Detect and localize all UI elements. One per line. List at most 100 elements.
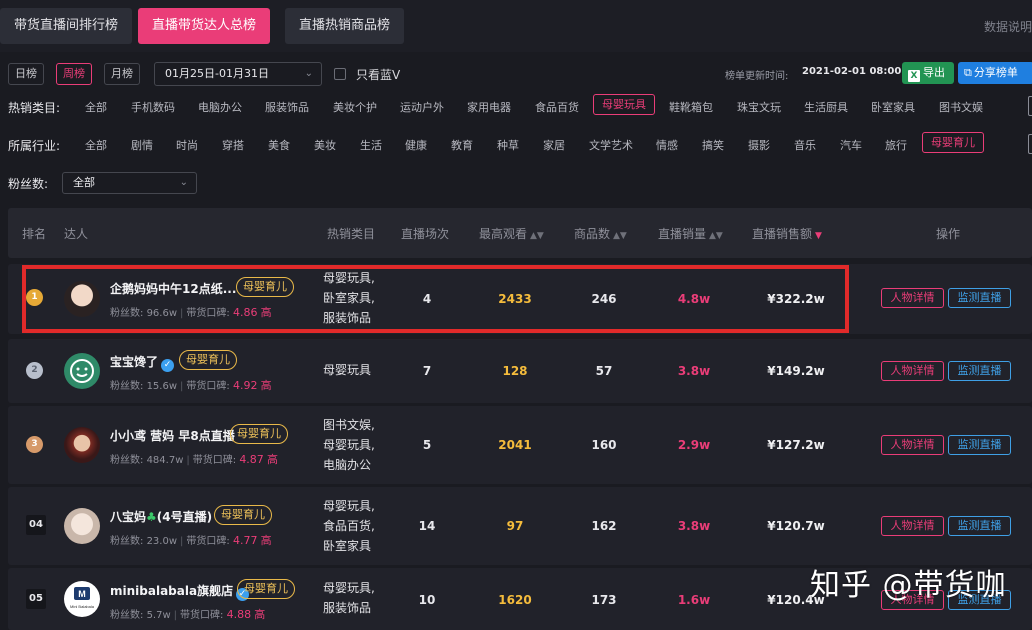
industry-badge: 母婴育儿 xyxy=(237,579,295,599)
detail-button[interactable]: 人物详情 xyxy=(881,361,944,381)
industry-item[interactable]: 剧情 xyxy=(131,137,153,153)
fans-filter-value: 全部 xyxy=(73,176,95,189)
industry-item[interactable]: 全部 xyxy=(85,137,107,153)
category-item[interactable]: 卧室家具 xyxy=(871,99,915,115)
industry-item[interactable]: 搞笑 xyxy=(702,137,724,153)
period-day[interactable]: 日榜 xyxy=(8,63,44,85)
industry-item[interactable]: 时尚 xyxy=(176,137,198,153)
category-item[interactable]: 运动户外 xyxy=(400,99,444,115)
data-explain-link[interactable]: 数据说明 xyxy=(984,18,1032,35)
industry-item[interactable]: 种草 xyxy=(497,137,519,153)
industry-item[interactable]: 文学艺术 xyxy=(589,137,633,153)
fans-value: 15.6w xyxy=(146,381,178,392)
industry-item[interactable]: 美妆 xyxy=(314,137,336,153)
sort-icon: ▲▼ xyxy=(709,231,723,241)
industry-item[interactable]: 教育 xyxy=(451,137,473,153)
monitor-button[interactable]: 监测直播 xyxy=(948,516,1011,536)
industry-item[interactable]: 穿搭 xyxy=(222,137,244,153)
tab-hot-goods-rank[interactable]: 直播热销商品榜 xyxy=(285,8,405,44)
avatar xyxy=(64,508,100,544)
category-item[interactable]: 全部 xyxy=(85,99,107,115)
rank-number: 04 xyxy=(26,515,46,535)
category-item[interactable]: 珠宝文玩 xyxy=(737,99,781,115)
industry-badge: 母婴育儿 xyxy=(230,424,288,444)
export-button[interactable]: X 导出 xyxy=(902,62,954,84)
silver-medal-icon: 2 xyxy=(26,362,43,379)
industry-item[interactable]: 旅行 xyxy=(885,137,907,153)
header-rank: 排名 xyxy=(22,227,47,241)
category-item[interactable]: 美妆个护 xyxy=(333,99,377,115)
monitor-button[interactable]: 监测直播 xyxy=(948,361,1011,381)
industry-item[interactable]: 汽车 xyxy=(840,137,862,153)
header-sales[interactable]: 直播销量 ▲▼ xyxy=(658,225,723,242)
period-week[interactable]: 周榜 xyxy=(56,63,92,85)
max-viewers-value: 1620 xyxy=(498,593,532,607)
category-text: 服装饰品 xyxy=(323,601,372,615)
sessions-value: 7 xyxy=(422,364,432,378)
industry-item[interactable]: 家居 xyxy=(543,137,565,153)
influencer-name[interactable]: 宝宝馋了 ✓ xyxy=(110,353,175,372)
date-range-select[interactable]: 01月25日-01月31日 ⌄ xyxy=(154,62,322,86)
monitor-button[interactable]: 监测直播 xyxy=(948,288,1011,308)
rep-prefix: 带货口碑: xyxy=(186,536,230,547)
tab-live-room-rank[interactable]: 带货直播间排行榜 xyxy=(0,8,133,44)
category-item-active[interactable]: 母婴玩具 xyxy=(593,94,655,115)
detail-button[interactable]: 人物详情 xyxy=(881,288,944,308)
only-blue-v-checkbox[interactable] xyxy=(334,68,346,80)
influencer-name[interactable]: 八宝妈♣(4号直播) xyxy=(110,508,212,525)
minibalabala-logo-icon: M Mini Balabala xyxy=(70,587,95,609)
industry-item[interactable]: 音乐 xyxy=(794,137,816,153)
header-goods[interactable]: 商品数 ▲▼ xyxy=(574,225,627,242)
sort-icon: ▲▼ xyxy=(530,231,544,241)
detail-button[interactable]: 人物详情 xyxy=(881,435,944,455)
category-item[interactable]: 电脑办公 xyxy=(198,99,242,115)
hot-categories: 图书文娱, 母婴玩具, 电脑办公 xyxy=(323,415,375,475)
monitor-button[interactable]: 监测直播 xyxy=(948,435,1011,455)
rep-score: 4.88 xyxy=(226,608,252,621)
amount-value: ¥127.2w xyxy=(767,438,825,452)
expand-toggle[interactable] xyxy=(1028,96,1032,116)
detail-button[interactable]: 人物详情 xyxy=(881,516,944,536)
header-max-viewers-label: 最高观看 xyxy=(479,227,528,241)
divider: | xyxy=(186,455,190,466)
category-text: 母婴玩具 xyxy=(323,363,372,377)
hot-categories: 母婴玩具 xyxy=(323,360,371,380)
goods-value: 162 xyxy=(591,519,617,533)
category-item[interactable]: 图书文娱 xyxy=(939,99,983,115)
expand-toggle[interactable] xyxy=(1028,134,1032,154)
share-button[interactable]: ⧉ 分享榜单 xyxy=(958,62,1032,84)
industry-item[interactable]: 摄影 xyxy=(748,137,770,153)
industry-item-active[interactable]: 母婴育儿 xyxy=(922,132,984,153)
divider: | xyxy=(180,381,184,392)
rep-score: 4.87 xyxy=(239,453,264,466)
category-item[interactable]: 服装饰品 xyxy=(265,99,309,115)
header-amount[interactable]: 直播销售额 ▼ xyxy=(752,225,822,242)
fans-filter-select[interactable]: 全部 ⌄ xyxy=(62,172,197,194)
category-item[interactable]: 食品百货 xyxy=(535,99,579,115)
category-item[interactable]: 手机数码 xyxy=(131,99,175,115)
export-label: 导出 xyxy=(923,66,945,79)
category-text: 卧室家具 xyxy=(323,539,372,553)
fans-value: 23.0w xyxy=(146,536,178,547)
header-max-viewers[interactable]: 最高观看 ▲▼ xyxy=(479,225,544,242)
influencer-name[interactable]: minibalabala旗舰店 ✓ xyxy=(110,582,250,601)
category-text: 图书文娱, xyxy=(323,418,375,432)
hot-categories: 母婴玩具, 服装饰品 xyxy=(323,578,375,618)
industry-item[interactable]: 生活 xyxy=(360,137,382,153)
industry-badge: 母婴育儿 xyxy=(214,505,272,525)
tab-influencer-rank[interactable]: 直播带货达人总榜 xyxy=(138,8,271,44)
period-month[interactable]: 月榜 xyxy=(104,63,140,85)
influencer-meta: 粉丝数: 15.6w | 带货口碑: 4.92 高 xyxy=(110,377,272,393)
industry-item[interactable]: 健康 xyxy=(405,137,427,153)
only-blue-v-label[interactable]: 只看蓝V xyxy=(356,66,400,83)
influencer-name[interactable]: 小小鸢 营妈 早8点直播 xyxy=(110,427,235,444)
category-item[interactable]: 生活厨具 xyxy=(804,99,848,115)
category-item[interactable]: 家用电器 xyxy=(467,99,511,115)
category-text: 电脑办公 xyxy=(323,458,372,472)
industry-item[interactable]: 情感 xyxy=(656,137,678,153)
goods-value: 160 xyxy=(591,438,617,452)
influencer-name-text: 八宝妈 xyxy=(110,510,147,524)
industry-item[interactable]: 美食 xyxy=(268,137,290,153)
category-item[interactable]: 鞋靴箱包 xyxy=(669,99,713,115)
bronze-medal-icon: 3 xyxy=(26,436,43,453)
